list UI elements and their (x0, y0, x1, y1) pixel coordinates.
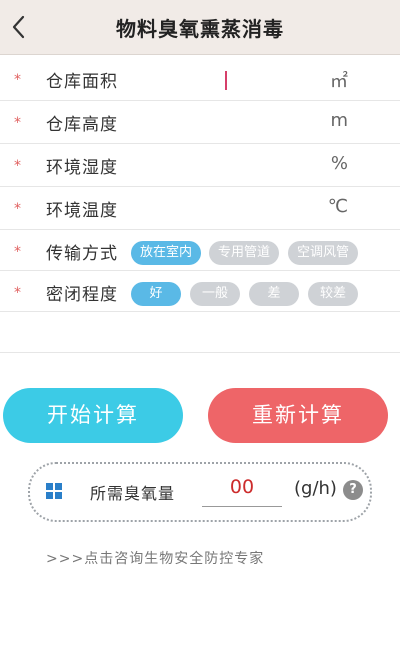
required-star: * (14, 115, 21, 131)
required-ozone-label: 所需臭氧量 (90, 484, 176, 503)
consult-expert-link[interactable]: >>>点击咨询生物安全防控专家 (46, 548, 264, 568)
area-unit: ㎡ (330, 71, 348, 92)
required-star: * (14, 158, 21, 174)
required-star: * (14, 244, 21, 260)
sealing-option-good[interactable]: 好 (131, 282, 181, 306)
humidity-row: * 环境湿度 % (0, 144, 400, 187)
recalculate-button[interactable]: 重新计算 (208, 388, 388, 443)
ozone-unit: (g/h) (294, 478, 337, 499)
warehouse-height-label: 仓库高度 (46, 115, 118, 135)
help-icon[interactable]: ? (343, 480, 363, 500)
humidity-input[interactable] (140, 148, 304, 182)
text-cursor (225, 71, 227, 90)
page-title: 物料臭氧熏蒸消毒 (116, 17, 284, 41)
warehouse-area-input[interactable] (140, 62, 304, 96)
sealing-option-worse[interactable]: 较差 (308, 282, 358, 306)
ozone-result-panel: 所需臭氧量 00 (g/h) ? (28, 462, 372, 522)
warehouse-height-input[interactable] (140, 105, 304, 139)
temperature-unit: ℃ (327, 196, 348, 217)
required-star: * (14, 285, 21, 301)
temperature-input[interactable] (140, 191, 304, 225)
transport-method-label: 传输方式 (46, 244, 118, 264)
humidity-unit: % (330, 153, 348, 174)
temperature-label: 环境温度 (46, 201, 118, 221)
warehouse-height-row: * 仓库高度 m (0, 101, 400, 144)
ozone-icon (46, 483, 62, 499)
app-header: 物料臭氧熏蒸消毒 (0, 0, 400, 55)
sealing-option-average[interactable]: 一般 (190, 282, 240, 306)
transport-option-indoor[interactable]: 放在室内 (131, 241, 201, 265)
required-star: * (14, 72, 21, 88)
required-ozone-value: 00 (229, 476, 255, 498)
sealing-option-poor[interactable]: 差 (249, 282, 299, 306)
transport-option-ac-duct[interactable]: 空调风管 (288, 241, 358, 265)
warehouse-area-label: 仓库面积 (46, 72, 118, 92)
transport-method-row: * 传输方式 放在室内 专用管道 空调风管 (0, 230, 400, 271)
sealing-level-label: 密闭程度 (46, 285, 118, 305)
transport-option-pipeline[interactable]: 专用管道 (209, 241, 279, 265)
sealing-level-row: * 密闭程度 好 一般 差 较差 (0, 271, 400, 312)
height-unit: m (330, 110, 348, 131)
humidity-label: 环境湿度 (46, 158, 118, 178)
warehouse-area-row: * 仓库面积 ㎡ (0, 58, 400, 101)
required-star: * (14, 201, 21, 217)
temperature-row: * 环境温度 ℃ (0, 187, 400, 230)
form-divider (0, 352, 400, 353)
value-underline (202, 506, 282, 507)
start-calculate-button[interactable]: 开始计算 (3, 388, 183, 443)
